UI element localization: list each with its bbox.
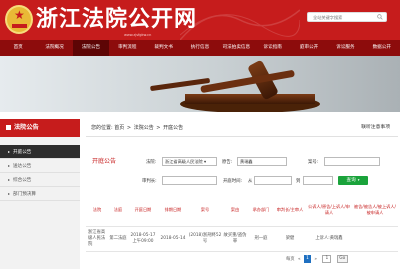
- col-court: 法院: [86, 195, 108, 227]
- sidebar-item-budget[interactable]: ▸ 部门预决算: [0, 187, 80, 201]
- header-decoration: [180, 9, 300, 40]
- breadcrumb: 您的位置: 首页 > 法院公告 > 开庭公告 联听注意事项: [86, 119, 398, 137]
- col-department: 承办部门: [248, 195, 274, 227]
- judge-input[interactable]: [162, 176, 217, 185]
- col-case-no: 案号: [188, 195, 222, 227]
- site-search[interactable]: [307, 12, 387, 22]
- sidebar: 法院公告 ▸ 开庭公告 ▸ 送达公告 ▸ 综合公告 ▸ 部门预决算: [0, 119, 80, 269]
- sidebar-item-hearing-notices[interactable]: ▸ 开庭公告: [0, 145, 80, 159]
- time-label: 开庭时间:: [223, 179, 243, 184]
- sidebar-item-service-notices[interactable]: ▸ 送达公告: [0, 159, 80, 173]
- nav-litigation-service[interactable]: 诉讼服务: [327, 40, 363, 56]
- gavel-banner-image: [0, 56, 400, 112]
- date-to-input[interactable]: [303, 176, 333, 185]
- nav-court-notices[interactable]: 法院公告: [72, 40, 110, 56]
- nav-trial-process[interactable]: 审判流程: [109, 40, 145, 56]
- table-header-row: 法院 法庭 开庭日期 排期日期 案号 案由 承办部门 审判长/主审人 公诉人/原…: [86, 195, 398, 227]
- nav-trial-open[interactable]: 庭审公开: [291, 40, 327, 56]
- square-icon: [6, 124, 11, 130]
- breadcrumb-home[interactable]: 首页: [114, 125, 124, 131]
- cell-defendant: [352, 226, 398, 252]
- col-schedule-date: 排期日期: [158, 195, 188, 227]
- section-title: 开庭公告: [92, 158, 117, 165]
- col-defendant: 被告/被告人/被上诉人/被申请人: [352, 195, 398, 227]
- search-input[interactable]: [308, 13, 374, 21]
- arrow-right-icon: ▸: [8, 177, 11, 182]
- arrow-right-icon: ▸: [8, 163, 11, 168]
- cell-department: 刑一庭: [248, 226, 274, 252]
- go-button[interactable]: Go: [336, 255, 348, 263]
- nav-execution[interactable]: 执行信息: [182, 40, 218, 56]
- sidebar-item-general-notices[interactable]: ▸ 综合公告: [0, 173, 80, 187]
- judge-label: 审判长:: [142, 179, 157, 184]
- current-page[interactable]: 1: [303, 255, 311, 263]
- cell-hearing-date: 2018-05-17 上午09:00: [128, 226, 158, 252]
- site-title: 浙江法院公开网: [36, 6, 198, 32]
- site-header: ★ 浙江法院公开网 www.zjsfgkw.cn: [0, 0, 400, 40]
- court-emblem-icon: ★: [5, 5, 33, 34]
- nav-data-open[interactable]: 数据公开: [364, 40, 400, 56]
- page-size-label: 每页: [286, 257, 295, 262]
- cell-courtroom: 第二法庭: [108, 226, 128, 252]
- sidebar-title: 法院公告: [0, 119, 80, 137]
- court-select[interactable]: 浙江省高级人民法院 ▾: [162, 157, 217, 166]
- content-area: 法院公告 ▸ 开庭公告 ▸ 送达公告 ▸ 综合公告 ▸ 部门预决算 您的位置: 首页 >…: [0, 112, 400, 269]
- cell-plaintiff: 上诉人:黄瑞鑫: [306, 226, 352, 252]
- arrow-right-icon: ▸: [8, 191, 11, 196]
- cell-judge: 梁健: [274, 226, 306, 252]
- to-label: 到: [296, 179, 301, 184]
- site-domain: www.zjsfgkw.cn: [124, 33, 152, 37]
- date-from-input[interactable]: [254, 176, 292, 185]
- nav-litigation-guide[interactable]: 诉讼指南: [255, 40, 291, 56]
- main-nav: 首页 法院概况 法院公告 审判流程 裁判文书 执行信息 司法拍卖信息 诉讼指南 …: [0, 40, 400, 56]
- court-label: 法院:: [146, 160, 157, 165]
- table-row[interactable]: 浙江省高级人民法院 第二法庭 2018-05-17 上午09:00 2018-0…: [86, 226, 398, 252]
- col-courtroom: 法庭: [108, 195, 128, 227]
- query-button[interactable]: 查询 ▾: [338, 176, 368, 185]
- cell-case-no: (2018)浙刑终52号: [188, 226, 222, 252]
- gavel-icon: [0, 56, 400, 112]
- case-no-label: 案号:: [308, 160, 319, 165]
- nav-home[interactable]: 首页: [0, 40, 36, 56]
- goto-page-input[interactable]: 1: [322, 255, 332, 263]
- next-page-button[interactable]: »: [314, 257, 317, 262]
- search-icon[interactable]: [377, 14, 383, 20]
- breadcrumb-separator: >: [156, 125, 161, 131]
- help-link[interactable]: 联听注意事项: [361, 119, 390, 137]
- nav-judgments[interactable]: 裁判文书: [145, 40, 181, 56]
- chevron-down-icon: ▾: [204, 159, 207, 164]
- breadcrumb-notices[interactable]: 法院公告: [134, 125, 154, 131]
- cell-schedule-date: 2018-05-14: [158, 226, 188, 252]
- arrow-right-icon: ▸: [8, 149, 11, 154]
- col-cause: 案由: [222, 195, 248, 227]
- chevron-down-icon: ▾: [357, 178, 360, 182]
- cell-cause: 故买重/盗伪罪: [222, 226, 248, 252]
- hearing-table: 法院 法庭 开庭日期 排期日期 案号 案由 承办部门 审判长/主审人 公诉人/原…: [86, 195, 398, 252]
- col-plaintiff: 公诉人/原告/上诉人/申请人: [306, 195, 352, 227]
- col-judge: 审判长/主审人: [274, 195, 306, 227]
- from-label: 从: [248, 179, 253, 184]
- col-hearing-date: 开庭日期: [128, 195, 158, 227]
- pagination: 每页 « 1 » 1 Go: [286, 255, 348, 263]
- breadcrumb-separator: >: [126, 125, 132, 131]
- nav-court-overview[interactable]: 法院概况: [36, 40, 72, 56]
- cell-court: 浙江省高级人民法院: [86, 226, 108, 252]
- prev-page-button[interactable]: «: [298, 257, 301, 262]
- case-no-input[interactable]: [324, 157, 380, 166]
- nav-judicial-auction[interactable]: 司法拍卖信息: [218, 40, 254, 56]
- plaintiff-input[interactable]: 黄瑞鑫: [237, 157, 287, 166]
- breadcrumb-current: 开庭公告: [163, 125, 184, 131]
- plaintiff-label: 原告:: [222, 160, 233, 165]
- main-panel: 您的位置: 首页 > 法院公告 > 开庭公告 联听注意事项 开庭公告 法院: 浙…: [86, 119, 400, 269]
